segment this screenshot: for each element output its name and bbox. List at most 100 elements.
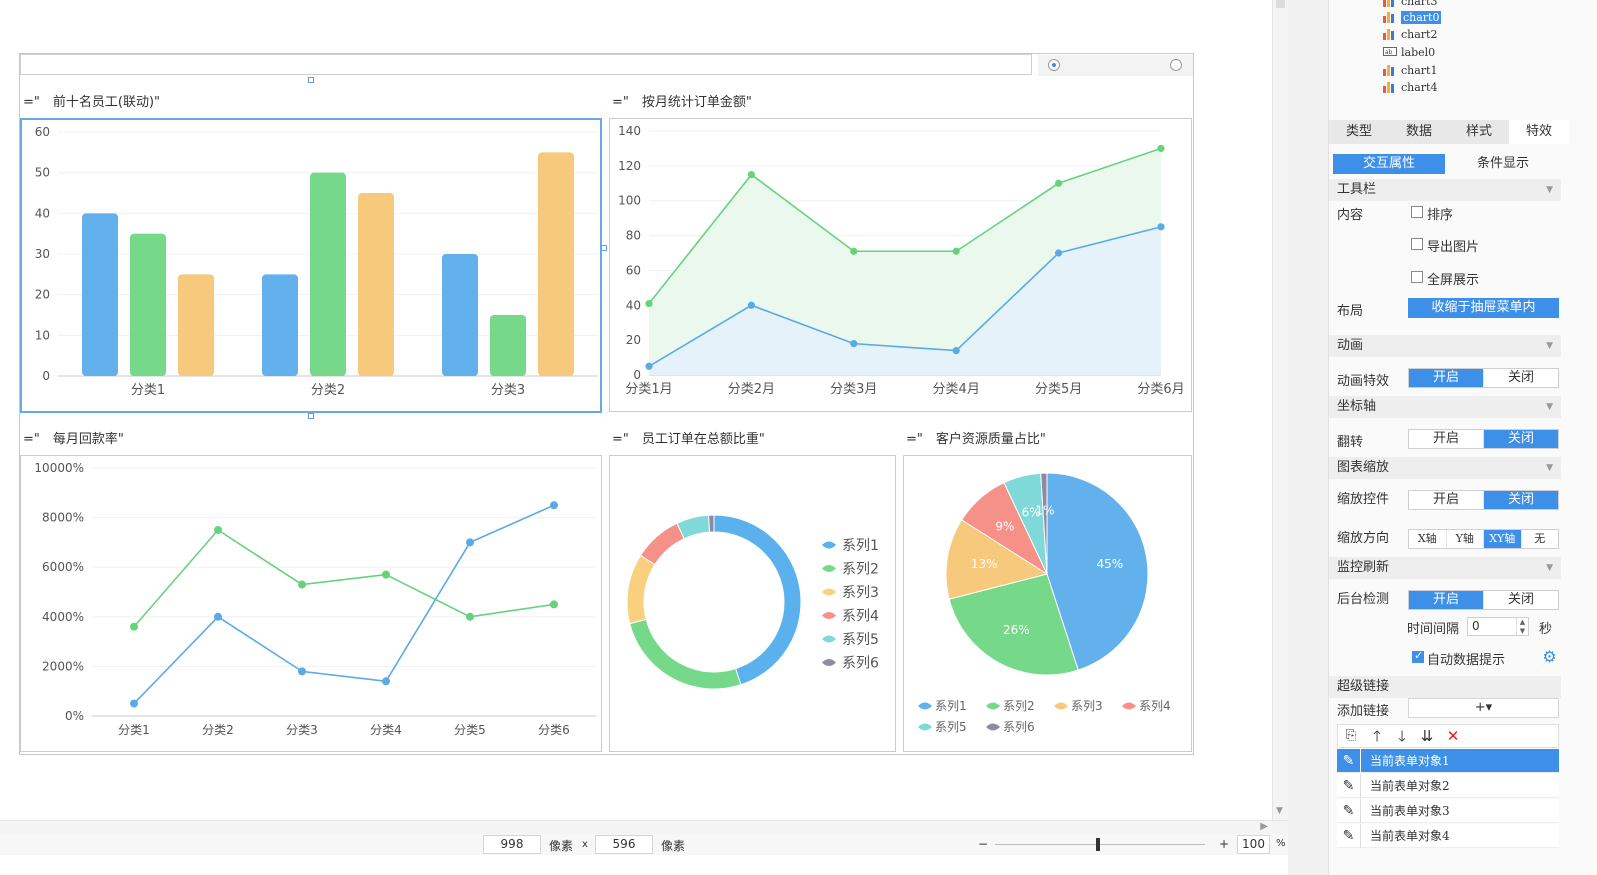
section-monitor-refresh[interactable]: 监控刷新 ▼ — [1329, 557, 1561, 579]
chart1-area-chart[interactable]: 0 20 40 60 80 100 120 140 分类1月 分类2月 分类3月 分类4月 分类5月 分类… — [609, 118, 1192, 412]
zoom-dir-xy-button[interactable]: XY轴 — [1484, 530, 1522, 548]
stepper-up-icon[interactable]: ▲ — [1516, 618, 1528, 626]
tree-item-chart0[interactable]: chart0 — [1383, 10, 1442, 26]
chevron-down-icon: ▼ — [1546, 185, 1553, 195]
stepper-down-icon[interactable]: ▼ — [1516, 627, 1528, 635]
sort-down-icon[interactable]: ⇊ — [1418, 727, 1436, 745]
horizontal-scrollbar[interactable]: ▶ — [0, 820, 1288, 834]
section-axis[interactable]: 坐标轴 ▼ — [1329, 396, 1561, 418]
subtab-conditional-display[interactable]: 条件显示 — [1447, 154, 1559, 174]
bar — [442, 254, 478, 376]
anim-on-button[interactable]: 开启 — [1409, 369, 1484, 387]
chart4-pie-chart[interactable]: 45% 26% 13% 9% 6% 1% 系列1 系列2 系列3 系列4 系列5 系列6 — [903, 455, 1192, 752]
subtab-interaction[interactable]: 交互属性 — [1333, 154, 1445, 174]
y-tick-label: 10 — [35, 328, 50, 342]
bar — [490, 315, 526, 376]
export-image-checkbox[interactable] — [1411, 238, 1423, 250]
edit-icon[interactable]: ✎ — [1337, 824, 1361, 848]
y-tick-label: 0% — [65, 709, 84, 723]
zoom-dir-x-button[interactable]: X轴 — [1409, 530, 1447, 548]
y-tick-label: 100 — [618, 194, 641, 208]
arrow-down-icon[interactable]: 🡓 — [1393, 727, 1411, 745]
zoom-input[interactable]: 100 — [1237, 835, 1270, 854]
link-row[interactable]: ✎ 当前表单对象1 — [1337, 749, 1559, 773]
chart2-line-chart[interactable]: 0% 2000% 4000% 6000% 8000% 10000% 分类1 分类2 分类3 分类4… — [20, 455, 602, 752]
x-tick-label: 分类6月 — [1137, 382, 1184, 397]
zoom-slider-thumb[interactable] — [1096, 838, 1100, 851]
scroll-right-icon[interactable]: ▶ — [1260, 821, 1268, 832]
tab-style[interactable]: 样式 — [1449, 120, 1509, 144]
zoom-dir-y-button[interactable]: Y轴 — [1447, 530, 1484, 548]
fullscreen-checkbox[interactable] — [1411, 271, 1423, 283]
auto-tip-label: 自动数据提示 — [1427, 653, 1506, 668]
gear-icon[interactable]: ⚙ — [1541, 648, 1558, 665]
zoom-in-button[interactable]: + — [1219, 837, 1229, 851]
chevron-down-icon: ▼ — [1546, 341, 1553, 351]
vertical-scroll-thumb[interactable] — [1276, 0, 1285, 8]
canvas-width-input[interactable]: 998 — [483, 835, 541, 854]
tree-item-chart3[interactable]: chart3 — [1383, 0, 1437, 10]
chart3-donut-chart[interactable]: 系列1 系列2 系列3 系列4 系列5 系列6 — [609, 455, 896, 752]
zoom-control-toggle: 开启 关闭 — [1408, 490, 1559, 510]
tab-type[interactable]: 类型 — [1329, 120, 1389, 144]
edit-icon[interactable]: ✎ — [1337, 749, 1361, 773]
radio-option-2[interactable] — [1170, 59, 1182, 71]
status-bar: 998 像素 x 596 像素 − + 100 % — [0, 834, 1288, 855]
tab-effects[interactable]: 特效 — [1509, 120, 1569, 144]
chart0-bar-chart[interactable]: 0 10 20 30 40 50 60 分类1 分类2 分类3 — [20, 118, 602, 413]
interval-stepper[interactable]: 0 ▲ ▼ — [1467, 617, 1529, 636]
tree-item-chart2[interactable]: chart2 — [1383, 27, 1437, 43]
x-tick-label: 分类3 — [286, 723, 318, 737]
section-toolbar[interactable]: 工具栏 ▼ — [1329, 179, 1561, 201]
auto-tip-checkbox[interactable] — [1412, 649, 1424, 663]
delete-icon[interactable]: ✕ — [1444, 727, 1462, 745]
tree-item-chart1[interactable]: chart1 — [1383, 63, 1437, 79]
tree-item-chart4[interactable]: chart4 — [1383, 80, 1437, 96]
add-link-button[interactable]: +▾ — [1408, 698, 1559, 718]
bg-check-on-button[interactable]: 开启 — [1409, 591, 1484, 609]
tab-data[interactable]: 数据 — [1389, 120, 1449, 144]
radio-option-1[interactable] — [1048, 59, 1060, 71]
bg-check-off-button[interactable]: 关闭 — [1484, 591, 1558, 609]
zoom-slider-track[interactable] — [995, 844, 1205, 845]
resize-handle-bottom[interactable] — [308, 413, 314, 419]
edit-icon[interactable]: ✎ — [1337, 799, 1361, 823]
y-tick-label: 6000% — [42, 560, 84, 574]
section-animation[interactable]: 动画 ▼ — [1329, 335, 1561, 357]
anim-off-button[interactable]: 关闭 — [1484, 369, 1558, 387]
section-chart-zoom[interactable]: 图表缩放 ▼ — [1329, 457, 1561, 479]
link-row[interactable]: ✎ 当前表单对象3 — [1337, 799, 1559, 823]
data-point — [466, 612, 474, 621]
x-tick-label: 分类1月 — [625, 382, 672, 397]
resize-handle-right[interactable] — [601, 245, 607, 251]
zoom-control-off-button[interactable]: 关闭 — [1484, 491, 1558, 509]
design-canvas[interactable]: =" 前十名员工(联动)" =" 按月统计订单金额" =" 每月回款率" =" … — [0, 0, 1272, 820]
link-row-label: 当前表单对象2 — [1370, 779, 1450, 793]
section-hyperlink[interactable]: 超级链接 — [1329, 676, 1561, 698]
edit-icon[interactable]: ✎ — [1337, 774, 1361, 798]
x-tick-label: 分类5月 — [1035, 382, 1082, 397]
canvas-height-input[interactable]: 596 — [595, 835, 653, 854]
bar-chart-svg: 0 10 20 30 40 50 60 分类1 分类2 分类3 — [35, 125, 598, 398]
data-point — [382, 570, 390, 579]
chevron-down-icon: ▼ — [1546, 463, 1553, 473]
tree-item-label0[interactable]: ab label0 — [1383, 45, 1435, 61]
y-tick-label: 4000% — [42, 610, 84, 624]
resize-handle-top[interactable] — [308, 77, 314, 83]
sort-checkbox[interactable] — [1411, 206, 1423, 218]
flip-off-button[interactable]: 关闭 — [1484, 430, 1558, 448]
arrow-up-icon[interactable]: 🡑 — [1368, 727, 1386, 745]
y-tick-label: 20 — [35, 288, 50, 302]
scroll-down-icon[interactable]: ▼ — [1276, 806, 1283, 816]
link-row[interactable]: ✎ 当前表单对象4 — [1337, 824, 1559, 848]
link-row[interactable]: ✎ 当前表单对象2 — [1337, 774, 1559, 798]
search-input[interactable] — [20, 54, 1032, 75]
layout-select[interactable]: 收缩于抽屉菜单内 — [1408, 298, 1559, 318]
vertical-scrollbar[interactable]: ▼ — [1272, 0, 1288, 820]
zoom-dir-none-button[interactable]: 无 — [1522, 530, 1559, 548]
flip-on-button[interactable]: 开启 — [1409, 430, 1484, 448]
zoom-control-on-button[interactable]: 开启 — [1409, 491, 1484, 509]
copy-icon[interactable]: ⎘ — [1342, 727, 1360, 745]
zoom-out-button[interactable]: − — [978, 837, 988, 851]
bar — [358, 193, 394, 376]
